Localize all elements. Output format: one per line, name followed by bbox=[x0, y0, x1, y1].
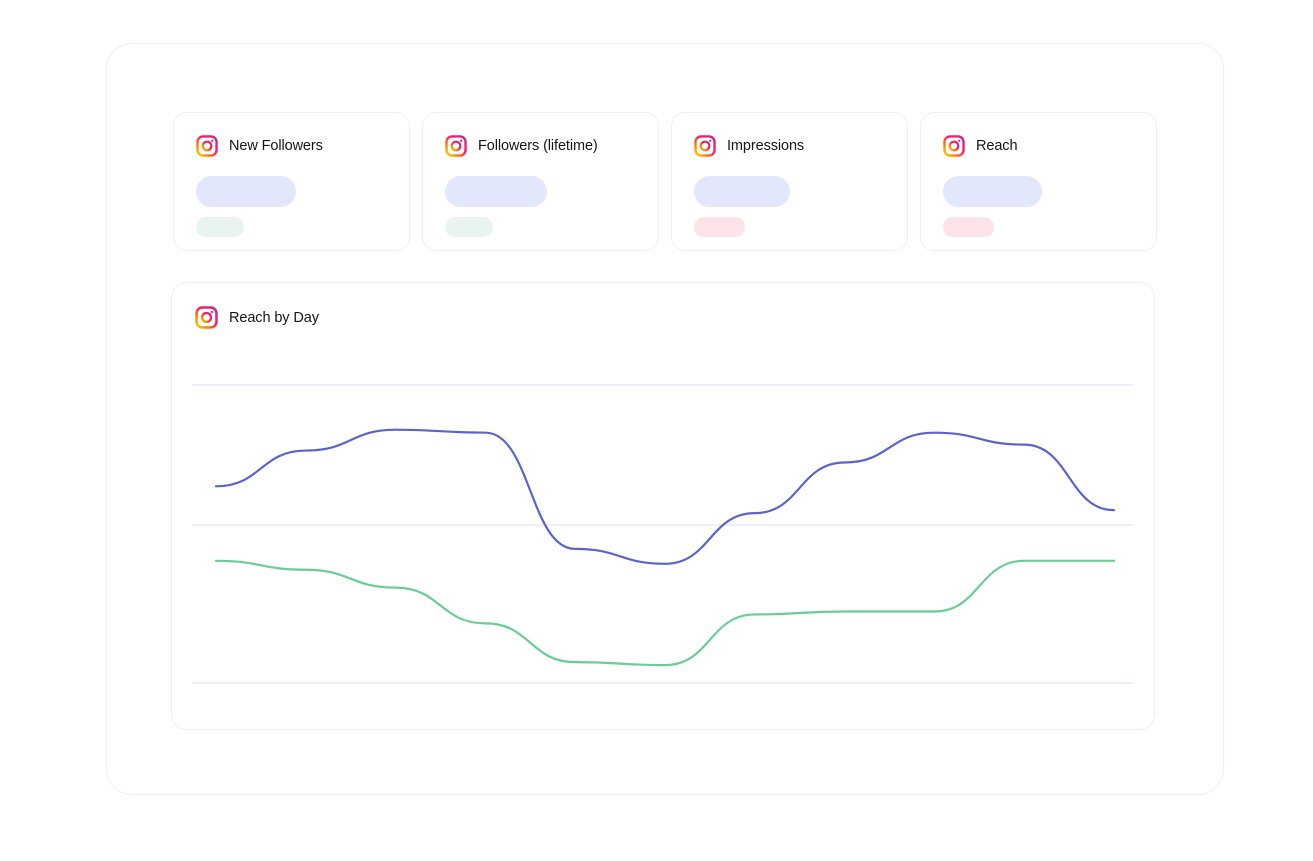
instagram-icon bbox=[445, 135, 467, 157]
instagram-icon bbox=[694, 135, 716, 157]
chart-gridlines bbox=[192, 384, 1134, 684]
kpi-value-placeholder bbox=[196, 176, 296, 207]
chart-series bbox=[216, 430, 1114, 665]
kpi-card-followers-lifetime[interactable]: Followers (lifetime) bbox=[422, 112, 659, 251]
instagram-icon bbox=[943, 135, 965, 157]
kpi-card-reach[interactable]: Reach bbox=[920, 112, 1157, 251]
kpi-delta-placeholder bbox=[445, 217, 493, 237]
series-line-reach bbox=[216, 430, 1114, 564]
kpi-card-header: Followers (lifetime) bbox=[445, 135, 636, 157]
kpi-card-title: New Followers bbox=[229, 138, 323, 154]
kpi-card-header: New Followers bbox=[196, 135, 387, 157]
kpi-value-placeholder bbox=[694, 176, 790, 207]
line-chart-svg[interactable] bbox=[192, 371, 1136, 693]
kpi-delta-placeholder bbox=[694, 217, 745, 237]
kpi-delta-placeholder bbox=[943, 217, 994, 237]
chart-panel-header: Reach by Day bbox=[172, 283, 1154, 329]
kpi-delta-placeholder bbox=[196, 217, 244, 237]
instagram-icon bbox=[196, 135, 218, 157]
series-line-impressions bbox=[216, 561, 1114, 665]
kpi-card-new-followers[interactable]: New Followers bbox=[173, 112, 410, 251]
dashboard-frame: New Followers Followers (lifetime) Impre… bbox=[106, 43, 1224, 795]
line-chart[interactable] bbox=[192, 371, 1136, 693]
kpi-card-title: Followers (lifetime) bbox=[478, 138, 598, 154]
kpi-card-row: New Followers Followers (lifetime) Impre… bbox=[173, 112, 1157, 251]
chart-panel-title: Reach by Day bbox=[229, 309, 319, 326]
kpi-value-placeholder bbox=[943, 176, 1042, 207]
kpi-card-header: Impressions bbox=[694, 135, 885, 157]
reach-by-day-panel: Reach by Day bbox=[171, 282, 1155, 730]
kpi-card-title: Reach bbox=[976, 138, 1018, 154]
kpi-value-placeholder bbox=[445, 176, 547, 207]
kpi-card-header: Reach bbox=[943, 135, 1134, 157]
instagram-icon bbox=[195, 306, 218, 329]
kpi-card-impressions[interactable]: Impressions bbox=[671, 112, 908, 251]
kpi-card-title: Impressions bbox=[727, 138, 805, 154]
